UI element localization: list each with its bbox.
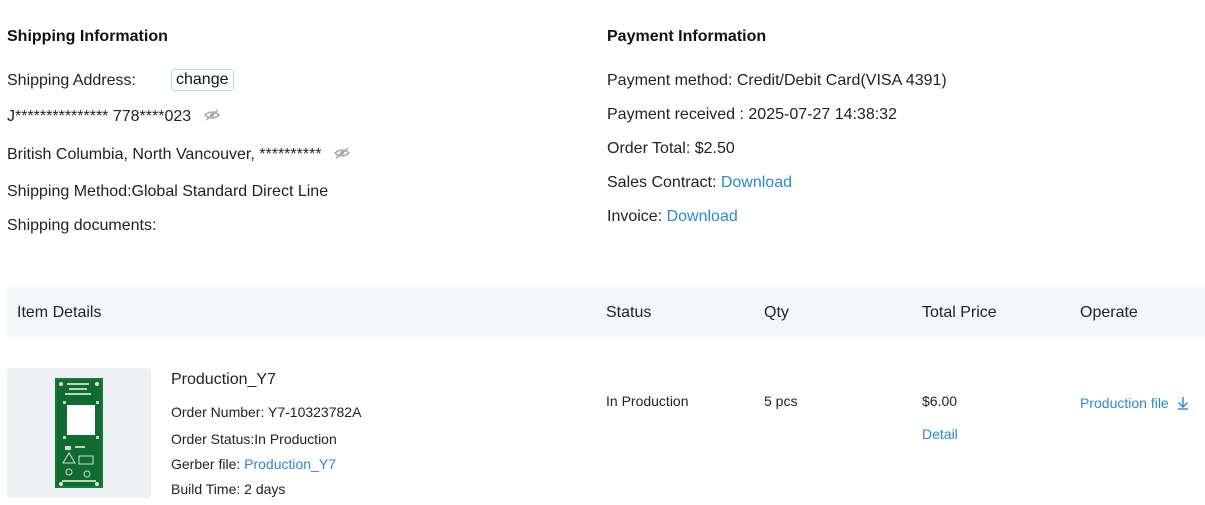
eye-slash-icon[interactable] bbox=[333, 146, 351, 164]
table-header: Item Details Status Qty Total Price Oper… bbox=[6, 287, 1205, 337]
change-address-button[interactable]: change bbox=[171, 69, 234, 91]
payment-heading: Payment Information bbox=[607, 28, 767, 45]
row-status: In Production bbox=[606, 393, 689, 409]
sales-contract: Sales Contract: Download bbox=[607, 174, 792, 192]
build-time: Build Time: 2 days bbox=[171, 481, 286, 497]
production-file-link[interactable]: Production file bbox=[1080, 395, 1189, 413]
item-name: Production_Y7 bbox=[171, 371, 276, 388]
sales-contract-download-link[interactable]: Download bbox=[721, 174, 792, 191]
shipping-heading: Shipping Information bbox=[7, 28, 168, 45]
recipient-text: J*************** 778****023 bbox=[7, 108, 192, 126]
shipping-location: British Columbia, North Vancouver, *****… bbox=[7, 146, 351, 164]
shipping-method: Shipping Method:Global Standard Direct L… bbox=[7, 183, 329, 200]
sales-contract-label: Sales Contract: bbox=[607, 174, 721, 191]
header-status: Status bbox=[606, 304, 652, 321]
download-arrow-icon[interactable] bbox=[1177, 396, 1189, 413]
order-status: Order Status:In Production bbox=[171, 431, 337, 447]
row-qty: 5 pcs bbox=[764, 393, 798, 409]
row-price: $6.00 bbox=[922, 393, 958, 409]
header-operate: Operate bbox=[1080, 304, 1138, 321]
pcb-thumbnail[interactable] bbox=[7, 368, 151, 498]
gerber-file: Gerber file: Production_Y7 bbox=[171, 456, 336, 472]
header-qty: Qty bbox=[764, 304, 789, 321]
gerber-file-link[interactable]: Production_Y7 bbox=[244, 456, 336, 472]
header-total-price: Total Price bbox=[922, 304, 997, 321]
order-number: Order Number: Y7-10323782A bbox=[171, 404, 362, 420]
order-total: Order Total: $2.50 bbox=[607, 140, 735, 157]
invoice-label: Invoice: bbox=[607, 208, 667, 225]
pcb-image bbox=[55, 378, 103, 488]
invoice: Invoice: Download bbox=[607, 208, 738, 226]
location-text: British Columbia, North Vancouver, *****… bbox=[7, 146, 322, 164]
gerber-file-label: Gerber file: bbox=[171, 456, 245, 472]
invoice-download-link[interactable]: Download bbox=[667, 208, 738, 225]
detail-link[interactable]: Detail bbox=[922, 426, 958, 442]
shipping-recipient: J*************** 778****023 bbox=[7, 108, 220, 126]
payment-method: Payment method: Credit/Debit Card(VISA 4… bbox=[607, 72, 947, 89]
header-item-details: Item Details bbox=[17, 304, 102, 321]
payment-received: Payment received : 2025-07-27 14:38:32 bbox=[607, 106, 897, 123]
production-file-label[interactable]: Production file bbox=[1080, 395, 1169, 411]
eye-slash-icon[interactable] bbox=[203, 108, 220, 126]
shipping-address-label: Shipping Address: bbox=[7, 72, 136, 89]
shipping-documents-label: Shipping documents: bbox=[7, 217, 157, 234]
